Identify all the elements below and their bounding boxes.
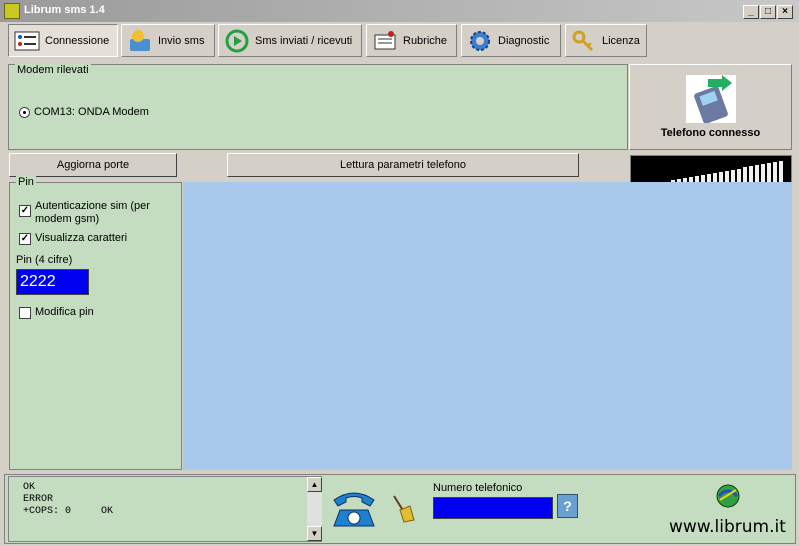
tab-label: Connessione bbox=[45, 34, 110, 47]
send-sms-icon bbox=[126, 28, 154, 54]
port-label: COM13: ONDA Modem bbox=[34, 106, 149, 118]
phone-number-input[interactable] bbox=[433, 497, 553, 519]
tab-licenza[interactable]: Licenza bbox=[565, 24, 647, 57]
auth-sim-checkbox[interactable]: ✓ bbox=[19, 205, 31, 217]
broom-icon[interactable] bbox=[390, 494, 416, 524]
tab-sms-inviati-ricevuti[interactable]: Sms inviati / ricevuti bbox=[218, 24, 362, 57]
port-radio[interactable] bbox=[19, 107, 30, 118]
connection-icon bbox=[13, 28, 41, 54]
tab-label: Invio sms bbox=[158, 34, 205, 47]
tab-label: Diagnostic bbox=[498, 34, 550, 47]
modify-pin-label: Modifica pin bbox=[35, 306, 94, 318]
pin-label: Pin (4 cifre) bbox=[16, 254, 73, 266]
main-content-area bbox=[183, 182, 792, 470]
maximize-button[interactable]: □ bbox=[760, 5, 776, 19]
telephone-icon bbox=[330, 488, 378, 530]
log-line: ERROR bbox=[23, 494, 54, 505]
show-chars-label: Visualizza caratteri bbox=[35, 232, 128, 244]
tab-label: Licenza bbox=[602, 34, 640, 47]
globe-icon bbox=[714, 482, 742, 510]
phone-status-panel: Telefono connesso bbox=[629, 64, 792, 150]
log-panel: OK ERROR +COPS: 0 OK ▲ ▼ bbox=[8, 476, 322, 542]
pin-group-title: Pin bbox=[16, 176, 36, 188]
minimize-button[interactable]: _ bbox=[743, 5, 759, 19]
modem-group: Modem rilevati COM13: ONDA Modem bbox=[8, 64, 628, 150]
help-button[interactable]: ? bbox=[557, 494, 578, 518]
pin-group: Pin ✓ Autenticazione sim (per modem gsm)… bbox=[9, 176, 182, 470]
tab-diagnostic[interactable]: Diagnostic bbox=[461, 24, 561, 57]
tab-rubriche[interactable]: Rubriche bbox=[366, 24, 457, 57]
gear-icon bbox=[466, 28, 494, 54]
pin-input[interactable] bbox=[16, 269, 89, 295]
window-title: Librum sms 1.4 bbox=[24, 4, 105, 16]
phone-number-label: Numero telefonico bbox=[433, 482, 523, 494]
tab-connessione[interactable]: Connessione bbox=[8, 24, 118, 57]
scroll-down-button[interactable]: ▼ bbox=[307, 526, 322, 541]
refresh-ports-button[interactable]: Aggiorna porte bbox=[9, 153, 177, 177]
show-chars-checkbox[interactable]: ✓ bbox=[19, 233, 31, 245]
log-scrollbar[interactable]: ▲ ▼ bbox=[307, 477, 322, 541]
modem-group-title: Modem rilevati bbox=[15, 64, 91, 76]
auth-sim-label: Autenticazione sim (per modem gsm) bbox=[35, 200, 150, 225]
sms-history-icon bbox=[223, 28, 251, 54]
tab-invio-sms[interactable]: Invio sms bbox=[121, 24, 215, 57]
app-icon bbox=[4, 3, 20, 19]
phone-connected-icon bbox=[686, 75, 736, 124]
read-phone-params-button[interactable]: Lettura parametri telefono bbox=[227, 153, 579, 177]
log-line: +COPS: 0 OK bbox=[23, 506, 114, 517]
title-bar: Librum sms 1.4 _ □ × bbox=[0, 0, 799, 22]
tab-label: Sms inviati / ricevuti bbox=[255, 34, 353, 47]
log-line: OK bbox=[23, 482, 36, 493]
scroll-up-button[interactable]: ▲ bbox=[307, 477, 322, 492]
address-book-icon bbox=[371, 28, 399, 54]
website-link[interactable]: www.librum.it bbox=[669, 517, 786, 537]
tab-label: Rubriche bbox=[403, 34, 448, 47]
phone-status-label: Telefono connesso bbox=[660, 127, 761, 139]
key-icon bbox=[570, 28, 598, 54]
modify-pin-checkbox[interactable] bbox=[19, 307, 31, 319]
close-button[interactable]: × bbox=[777, 5, 793, 19]
log-text: OK ERROR +COPS: 0 OK bbox=[23, 482, 113, 518]
